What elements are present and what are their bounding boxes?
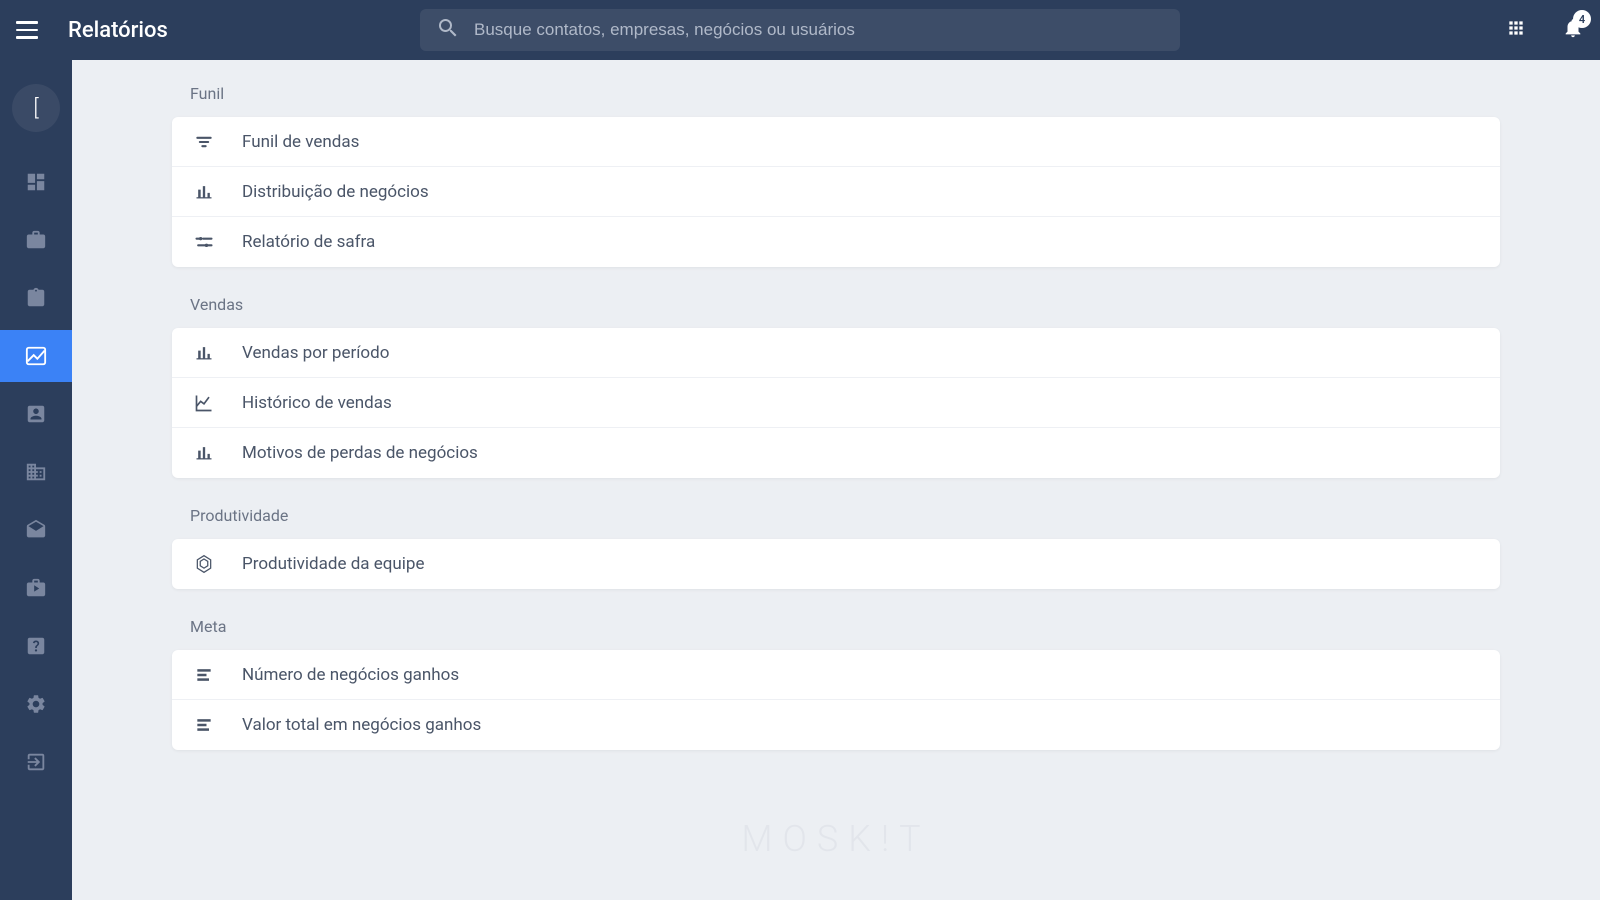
report-historico[interactable]: Histórico de vendas bbox=[172, 378, 1500, 428]
help-icon bbox=[25, 635, 47, 657]
report-produtividade-equipe[interactable]: Produtividade da equipe bbox=[172, 539, 1500, 589]
nav-email[interactable] bbox=[0, 504, 72, 556]
report-label: Motivos de perdas de negócios bbox=[242, 443, 478, 463]
briefcase-icon bbox=[25, 229, 47, 251]
notifications-button[interactable]: 4 bbox=[1562, 17, 1584, 43]
menu-button[interactable] bbox=[16, 16, 44, 44]
watermark: MOSK!T bbox=[741, 818, 930, 860]
nav-dashboard[interactable] bbox=[0, 156, 72, 208]
email-icon bbox=[25, 519, 47, 541]
building-icon bbox=[25, 461, 47, 483]
nav-reports[interactable] bbox=[0, 330, 72, 382]
card-funil: Funil de vendas Distribuição de negócios bbox=[172, 117, 1500, 267]
report-numero-negocios[interactable]: Número de negócios ganhos bbox=[172, 650, 1500, 700]
report-label: Produtividade da equipe bbox=[242, 554, 424, 574]
card-produtividade: Produtividade da equipe bbox=[172, 539, 1500, 589]
horizontal-bars-icon bbox=[192, 715, 216, 735]
nav-logout[interactable] bbox=[0, 736, 72, 788]
sidebar: [ bbox=[0, 60, 72, 900]
nav-help[interactable] bbox=[0, 620, 72, 672]
chart-icon bbox=[25, 345, 47, 367]
card-meta: Número de negócios ganhos Valor total em… bbox=[172, 650, 1500, 750]
section-label-vendas: Vendas bbox=[172, 295, 1500, 328]
nav-business[interactable] bbox=[0, 214, 72, 266]
report-label: Histórico de vendas bbox=[242, 393, 392, 413]
report-label: Funil de vendas bbox=[242, 132, 359, 152]
nav-settings[interactable] bbox=[0, 678, 72, 730]
main-content: Funil Funil de vendas Distribuição de n bbox=[72, 60, 1600, 900]
apps-icon[interactable] bbox=[1506, 18, 1526, 42]
search-icon bbox=[436, 16, 460, 44]
report-vendas-periodo[interactable]: Vendas por período bbox=[172, 328, 1500, 378]
page-title: Relatórios bbox=[68, 18, 168, 43]
search-input[interactable] bbox=[474, 20, 1164, 40]
logout-icon bbox=[25, 751, 47, 773]
report-perdas[interactable]: Motivos de perdas de negócios bbox=[172, 428, 1500, 478]
report-safra[interactable]: Relatório de safra bbox=[172, 217, 1500, 267]
report-label: Relatório de safra bbox=[242, 232, 375, 252]
bar-chart-icon bbox=[192, 182, 216, 202]
dashboard-icon bbox=[25, 171, 47, 193]
bar-chart-icon bbox=[192, 443, 216, 463]
hexagon-icon bbox=[192, 554, 216, 574]
notification-badge: 4 bbox=[1573, 10, 1591, 28]
gear-icon bbox=[25, 693, 47, 715]
report-label: Vendas por período bbox=[242, 343, 389, 363]
nav-companies[interactable] bbox=[0, 446, 72, 498]
report-valor-total[interactable]: Valor total em negócios ganhos bbox=[172, 700, 1500, 750]
filter-list-icon bbox=[192, 232, 216, 252]
nav-contacts[interactable] bbox=[0, 388, 72, 440]
report-label: Número de negócios ganhos bbox=[242, 665, 459, 685]
report-distribuicao[interactable]: Distribuição de negócios bbox=[172, 167, 1500, 217]
header-right: 4 bbox=[1506, 17, 1584, 43]
report-label: Valor total em negócios ganhos bbox=[242, 715, 481, 735]
report-label: Distribuição de negócios bbox=[242, 182, 429, 202]
nav-activities[interactable] bbox=[0, 272, 72, 324]
section-label-funil: Funil bbox=[172, 84, 1500, 117]
nav-products[interactable] bbox=[0, 562, 72, 614]
section-label-produtividade: Produtividade bbox=[172, 506, 1500, 539]
horizontal-bars-icon bbox=[192, 665, 216, 685]
contact-icon bbox=[25, 403, 47, 425]
card-vendas: Vendas por período Histórico de vendas bbox=[172, 328, 1500, 478]
play-box-icon bbox=[25, 577, 47, 599]
clipboard-icon bbox=[25, 287, 47, 309]
bar-chart-icon bbox=[192, 343, 216, 363]
line-chart-icon bbox=[192, 393, 216, 413]
report-funil-vendas[interactable]: Funil de vendas bbox=[172, 117, 1500, 167]
app-header: Relatórios 4 bbox=[0, 0, 1600, 60]
search-container[interactable] bbox=[420, 9, 1180, 51]
avatar[interactable]: [ bbox=[12, 84, 60, 132]
funnel-icon bbox=[192, 132, 216, 152]
section-label-meta: Meta bbox=[172, 617, 1500, 650]
